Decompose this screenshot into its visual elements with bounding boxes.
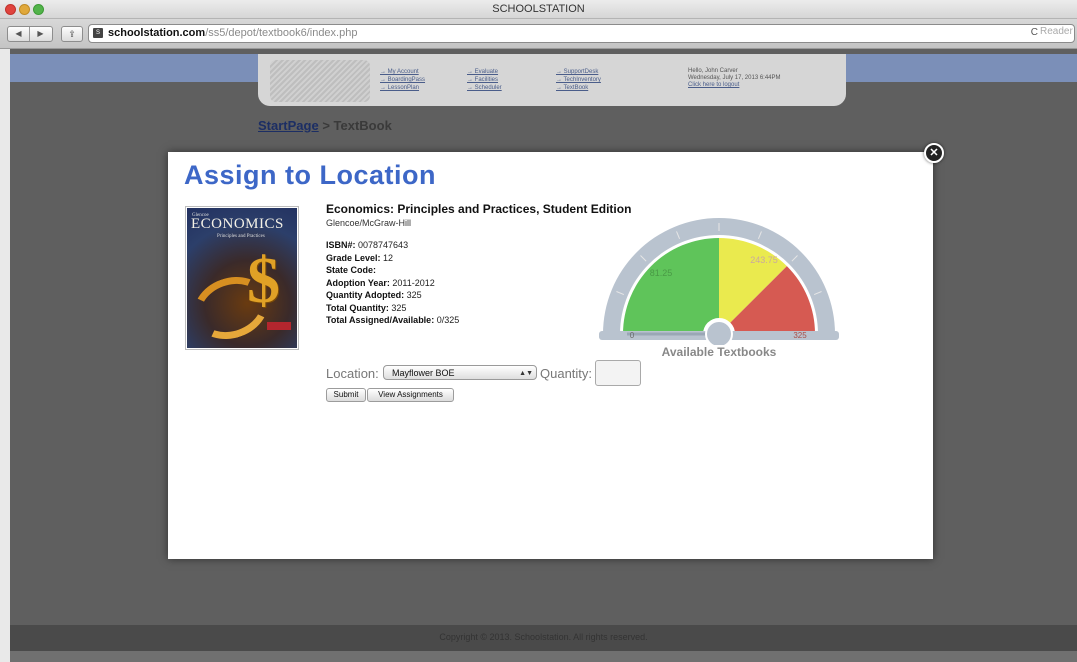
greeting-text: Hello, John Carver (688, 68, 738, 74)
history-buttons: ◀ ▶ (7, 26, 53, 42)
breadcrumb-current: TextBook (333, 118, 392, 133)
cover-subtitle: Principles and Practices (217, 234, 265, 239)
gauge-hub (705, 320, 733, 345)
nav-column-3: → SupportDesk → TechInventory → TextBook (556, 68, 601, 92)
nav-link-scheduler[interactable]: → Scheduler (467, 84, 502, 92)
location-select-value: Mayflower BOE (392, 368, 455, 378)
breadcrumb-separator: > (318, 118, 334, 133)
gauge-mid-label: 243.75 (750, 255, 778, 265)
logout-link[interactable]: Click here to logout (688, 82, 781, 89)
location-select[interactable]: Mayflower BOE ▲▼ (383, 365, 537, 380)
nav-link-facilities[interactable]: → Facilities (467, 76, 502, 84)
top-navigation: → My Account → BoardingPass → LessonPlan… (258, 54, 846, 106)
location-label: Location: (326, 366, 379, 381)
nav-column-2: → Evaluate → Facilities → Scheduler (467, 68, 502, 92)
window-title: SCHOOLSTATION (492, 3, 585, 15)
schoolstation-logo[interactable] (270, 60, 370, 102)
cover-badge (267, 322, 291, 330)
nav-link-evaluate[interactable]: → Evaluate (467, 68, 502, 76)
share-icon[interactable]: ⇪ (61, 26, 83, 42)
nav-link-textbook[interactable]: → TextBook (556, 84, 601, 92)
nav-link-techinventory[interactable]: → TechInventory (556, 76, 601, 84)
available-textbooks-gauge: 81.25 243.75 0 325 (599, 218, 839, 345)
footer-copyright: Copyright © 2013. Schoolstation. All rig… (439, 632, 648, 642)
forward-button[interactable]: ▶ (30, 27, 51, 41)
gauge-min-label: 0 (630, 331, 635, 340)
reload-icon[interactable]: C (1031, 27, 1038, 38)
window-titlebar: SCHOOLSTATION (0, 0, 1077, 19)
address-bar[interactable]: S schoolstation.com/ss5/depot/textbook6/… (88, 24, 1075, 43)
nav-link-supportdesk[interactable]: → SupportDesk (556, 68, 601, 76)
select-arrows-icon: ▲▼ (519, 370, 533, 377)
url-text[interactable]: schoolstation.com/ss5/depot/textbook6/in… (108, 27, 357, 39)
breadcrumb: StartPage > TextBook (258, 118, 392, 133)
breadcrumb-startpage-link[interactable]: StartPage (258, 118, 319, 133)
quantity-input[interactable] (595, 360, 641, 386)
nav-link-lessonplan[interactable]: → LessonPlan (380, 84, 425, 92)
browser-toolbar: ◀ ▶ ⇪ S schoolstation.com/ss5/depot/text… (0, 19, 1077, 49)
reader-button[interactable]: Reader (1040, 26, 1074, 37)
cover-title: ECONOMICS (191, 216, 284, 232)
back-button[interactable]: ◀ (8, 27, 30, 41)
gauge-caption: Available Textbooks (661, 345, 777, 359)
modal-close-button[interactable]: ✕ (924, 143, 944, 163)
location-row: Location: Mayflower BOE ▲▼ Quantity: (326, 360, 666, 388)
assign-location-modal: Assign to Location Glencoe ECONOMICS Pri… (168, 152, 933, 559)
url-path: /ss5/depot/textbook6/index.php (205, 27, 358, 39)
modal-title: Assign to Location (184, 160, 436, 190)
nav-link-boardingpass[interactable]: → BoardingPass (380, 76, 425, 84)
book-cover-image: Glencoe ECONOMICS Principles and Practic… (185, 206, 299, 350)
nav-column-1: → My Account → BoardingPass → LessonPlan (380, 68, 425, 92)
quantity-label: Quantity: (540, 366, 593, 381)
view-assignments-button[interactable]: View Assignments (367, 388, 454, 402)
page-bottom-strip (10, 651, 1077, 662)
gauge-low-label: 81.25 (650, 268, 673, 278)
dollar-sign-graphic: $ (247, 244, 280, 317)
user-greeting: Hello, John Carver Wednesday, July 17, 2… (688, 68, 781, 89)
url-host: schoolstation.com (108, 27, 206, 39)
gauge-max-label: 325 (793, 331, 807, 340)
date-text: Wednesday, July 17, 2013 6:44PM (688, 75, 781, 81)
submit-button[interactable]: Submit (326, 388, 366, 402)
nav-link-my-account[interactable]: → My Account (380, 68, 425, 76)
site-favicon: S (93, 28, 103, 38)
